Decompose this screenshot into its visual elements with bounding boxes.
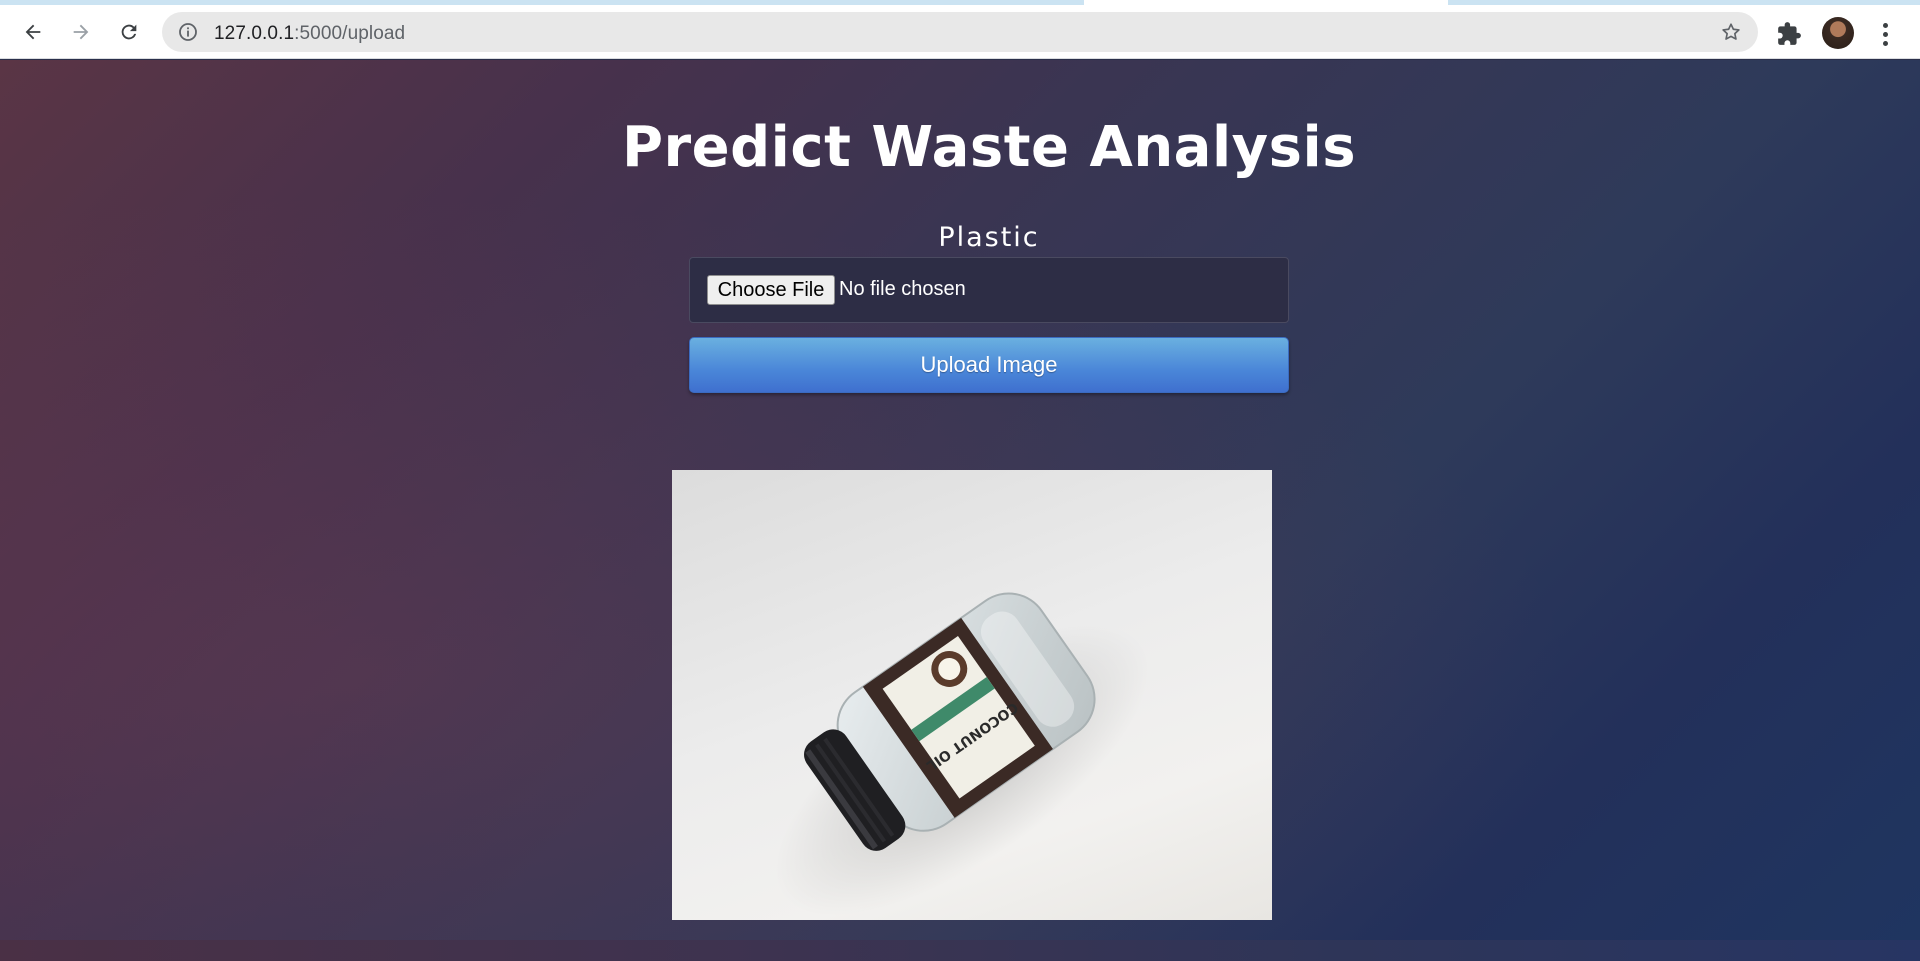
file-input-box[interactable]: Choose File No file chosen bbox=[689, 257, 1289, 323]
url-text: 127.0.0.1:5000/upload bbox=[214, 23, 405, 45]
url-host: 127.0.0.1 bbox=[214, 23, 295, 44]
browser-menu-icon[interactable] bbox=[1872, 19, 1898, 49]
file-status-text: No file chosen bbox=[839, 278, 966, 300]
upload-image-button[interactable]: Upload Image bbox=[689, 337, 1289, 393]
uploaded-image: COCONUT OIL bbox=[672, 470, 1272, 920]
url-path: :5000/upload bbox=[294, 23, 406, 44]
plastic-jar-image: COCONUT OIL bbox=[774, 592, 1150, 917]
info-icon[interactable] bbox=[178, 22, 198, 42]
back-button[interactable] bbox=[16, 15, 50, 49]
address-bar[interactable]: 127.0.0.1:5000/upload bbox=[162, 12, 1758, 52]
reload-icon bbox=[121, 24, 137, 40]
bottom-strip bbox=[0, 940, 1920, 961]
profile-avatar[interactable] bbox=[1822, 17, 1854, 49]
forward-button[interactable] bbox=[64, 15, 98, 49]
page-content: Predict Waste Analysis Plastic Choose Fi… bbox=[0, 60, 1920, 940]
extensions-puzzle-icon[interactable] bbox=[1776, 21, 1802, 47]
page-title: Predict Waste Analysis bbox=[621, 115, 1357, 180]
browser-toolbar: 127.0.0.1:5000/upload bbox=[0, 5, 1920, 59]
arrow-right-icon bbox=[73, 24, 89, 40]
choose-file-button[interactable]: Choose File bbox=[707, 275, 835, 305]
prediction-result: Plastic bbox=[938, 222, 1040, 253]
bookmark-star-icon[interactable] bbox=[1720, 21, 1742, 43]
arrow-left-icon bbox=[25, 24, 41, 40]
reload-button[interactable] bbox=[112, 15, 146, 49]
